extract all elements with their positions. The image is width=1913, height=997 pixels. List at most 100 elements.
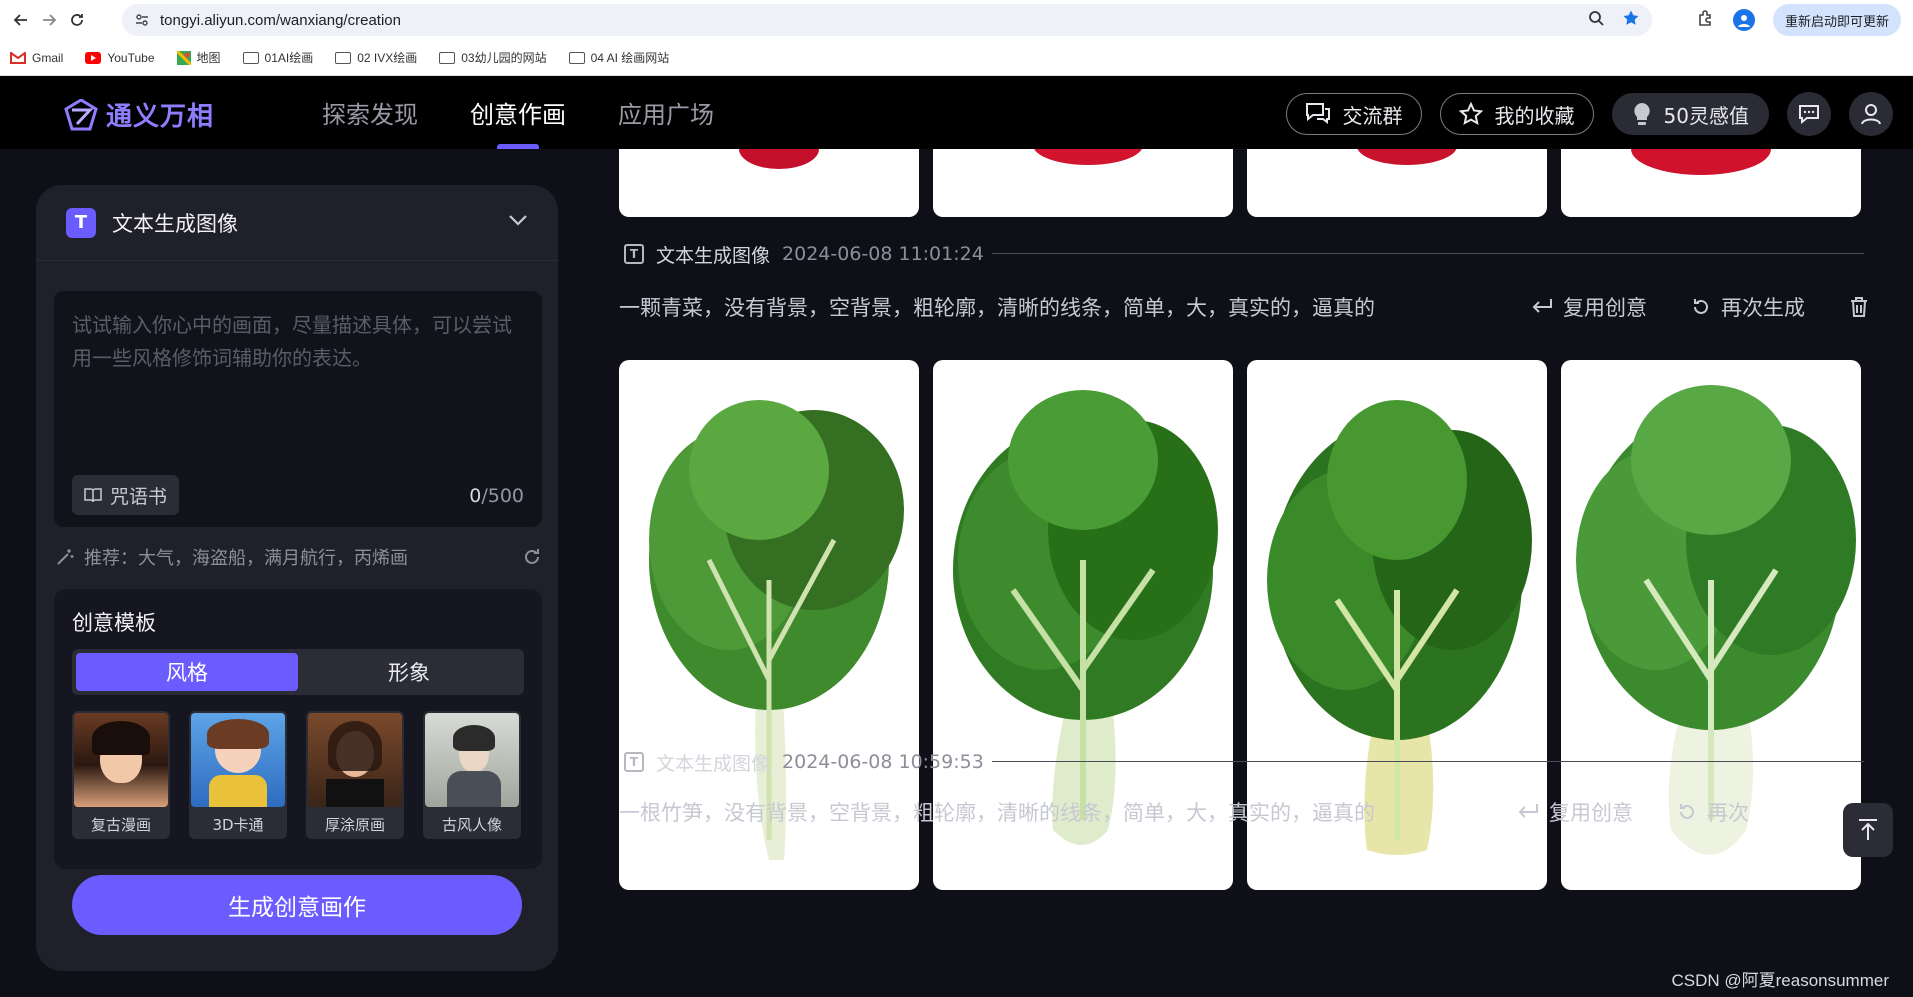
- back-to-top-button[interactable]: [1843, 803, 1893, 857]
- message-button[interactable]: [1787, 92, 1831, 136]
- app-name: 通义万相: [106, 102, 215, 132]
- app-header: 通义万相 探索发现 创意作画 应用广场 交流群 我的收藏 50灵感值: [0, 76, 1913, 149]
- chat-bubbles-icon: [1305, 103, 1330, 124]
- bookmark-star-icon[interactable]: [1622, 9, 1640, 31]
- style-thumb-ancient-portrait: [425, 713, 519, 807]
- delete-button[interactable]: [1849, 296, 1869, 318]
- feed-prompt: 一根竹笋，没有背景，空背景，粗轮廓，清晰的线条，简单，大，真实的，逼真的: [619, 801, 1375, 825]
- style-card-retro-comic[interactable]: 复古漫画: [72, 711, 170, 839]
- mode-title: 文本生成图像: [112, 211, 238, 236]
- mode-selector[interactable]: T 文本生成图像: [36, 185, 558, 261]
- creation-feed: T 文本生成图像 2024-06-08 11:01:24 一颗青菜，没有背景，空…: [600, 149, 1913, 997]
- folder-icon: [335, 51, 352, 64]
- return-arrow-icon: [1518, 804, 1538, 818]
- return-arrow-icon: [1532, 299, 1552, 313]
- bookmark-maps[interactable]: 地图: [176, 49, 221, 66]
- spell-book-button[interactable]: 咒语书: [72, 475, 180, 515]
- result-image[interactable]: [1247, 149, 1547, 217]
- suggestion-text[interactable]: 推荐：大气，海盗船，满月航行，丙烯画: [84, 544, 408, 570]
- refresh-icon: [1694, 299, 1708, 314]
- style-card-impasto[interactable]: 厚涂原画: [306, 711, 404, 839]
- message-icon: [1799, 105, 1819, 124]
- maps-icon: [176, 50, 191, 65]
- zoom-icon[interactable]: [1588, 10, 1604, 30]
- result-image[interactable]: [1561, 149, 1861, 217]
- chevron-down-icon[interactable]: [508, 213, 528, 227]
- creative-templates: 创意模板 风格 形象 复古漫画 3D卡通 厚涂原画 古风人像: [54, 589, 542, 869]
- refresh-icon[interactable]: [522, 547, 542, 567]
- back-icon[interactable]: [10, 9, 32, 31]
- divider: [992, 253, 1864, 254]
- divider: [992, 761, 1864, 762]
- tab-style[interactable]: 风格: [76, 653, 298, 691]
- style-card-3d-cartoon[interactable]: 3D卡通: [189, 711, 287, 839]
- gmail-icon: [10, 51, 26, 64]
- wanxiang-logo-icon: [64, 98, 98, 130]
- browser-toolbar: tongyi.aliyun.com/wanxiang/creation 重新启动…: [0, 0, 1913, 40]
- user-icon: [1861, 104, 1881, 125]
- template-title: 创意模板: [72, 611, 156, 635]
- text-to-image-icon: T: [66, 207, 96, 238]
- timestamp: 2024-06-08 11:01:24: [782, 243, 984, 265]
- url-text[interactable]: tongyi.aliyun.com/wanxiang/creation: [160, 12, 401, 29]
- nav-explore[interactable]: 探索发现: [322, 76, 418, 149]
- site-info-icon[interactable]: [134, 12, 150, 28]
- folder-icon: [568, 51, 585, 64]
- generate-button[interactable]: 生成创意画作: [72, 875, 522, 935]
- folder-icon: [242, 51, 259, 64]
- text-to-image-icon: T: [624, 244, 644, 264]
- suggestion-row: 推荐：大气，海盗船，满月航行，丙烯画: [56, 537, 542, 577]
- youtube-icon: [85, 51, 102, 64]
- magic-wand-icon: [57, 549, 74, 565]
- regenerate-button[interactable]: 再次: [1677, 797, 1749, 827]
- style-card-ancient-portrait[interactable]: 古风人像: [423, 711, 521, 839]
- nav-creation[interactable]: 创意作画: [470, 76, 566, 149]
- tab-character[interactable]: 形象: [298, 653, 520, 691]
- watermark: CSDN @阿夏reasonsummer: [1671, 971, 1889, 990]
- group-chat-button[interactable]: 交流群: [1285, 93, 1422, 135]
- bookmark-youtube[interactable]: YouTube: [85, 51, 155, 65]
- bookmark-folder-01[interactable]: 01AI绘画: [242, 49, 313, 66]
- update-button[interactable]: 重新启动即可更新: [1772, 4, 1901, 36]
- feed-item-header: T 文本生成图像 2024-06-08 11:01:24: [624, 239, 984, 269]
- bookmark-folder-03[interactable]: 03幼儿园的网站: [439, 49, 547, 66]
- template-tabs: 风格 形象: [72, 649, 524, 695]
- refresh-icon: [1680, 804, 1694, 819]
- trash-icon: [1851, 297, 1867, 317]
- bookmark-folder-02[interactable]: 02 IVX绘画: [335, 49, 417, 66]
- prompt-input[interactable]: 试试输入你心中的画面，尽量描述具体，可以尝试用一些风格修饰词辅助你的表达。 咒语…: [54, 291, 542, 527]
- points-badge[interactable]: 50灵感值: [1611, 93, 1769, 135]
- prompt-placeholder: 试试输入你心中的画面，尽量描述具体，可以尝试用一些风格修饰词辅助你的表达。: [72, 313, 512, 370]
- app-logo[interactable]: 通义万相: [64, 96, 214, 133]
- style-thumb-impasto: [308, 713, 402, 807]
- reload-icon[interactable]: [66, 9, 88, 31]
- feed-item-header: T 文本生成图像 2024-06-08 10:59:53: [624, 747, 984, 777]
- book-icon: [84, 488, 102, 503]
- bookmark-folder-04[interactable]: 04 AI 绘画网站: [568, 49, 669, 66]
- forward-icon[interactable]: [38, 9, 60, 31]
- arrow-up-icon: [1859, 819, 1877, 840]
- previous-result-images: [619, 149, 1861, 217]
- address-bar[interactable]: tongyi.aliyun.com/wanxiang/creation: [122, 4, 1652, 36]
- reuse-button[interactable]: 复用创意: [1517, 797, 1633, 827]
- lightbulb-icon: [1633, 103, 1650, 125]
- result-image[interactable]: [619, 149, 919, 217]
- feed-prompt: 一颗青菜，没有背景，空背景，粗轮廓，清晰的线条，简单，大，真实的，逼真的: [619, 296, 1375, 320]
- style-thumb-retro-comic: [74, 713, 168, 807]
- result-image[interactable]: [933, 149, 1233, 217]
- main-nav: 探索发现 创意作画 应用广场: [322, 76, 714, 149]
- bookmark-gmail[interactable]: Gmail: [10, 51, 63, 65]
- extensions-icon[interactable]: [1697, 9, 1715, 31]
- star-outline-icon: [1458, 102, 1483, 126]
- creation-panel: T 文本生成图像 试试输入你心中的画面，尽量描述具体，可以尝试用一些风格修饰词辅…: [36, 185, 558, 971]
- favorites-button[interactable]: 我的收藏: [1439, 93, 1594, 135]
- profile-icon[interactable]: [1732, 9, 1755, 31]
- char-count: 0/500: [469, 485, 524, 507]
- bookmarks-bar: Gmail YouTube 地图 01AI绘画 02 IVX绘画 03幼儿园的网…: [0, 40, 1913, 76]
- text-to-image-icon: T: [624, 752, 644, 772]
- nav-app-plaza[interactable]: 应用广场: [618, 76, 714, 149]
- feed-prompt-row: 一根竹笋，没有背景，空背景，粗轮廓，清晰的线条，简单，大，真实的，逼真的 复用创…: [619, 792, 1869, 832]
- reuse-button[interactable]: 复用创意: [1531, 292, 1647, 322]
- regenerate-button[interactable]: 再次生成: [1691, 292, 1805, 322]
- user-avatar-button[interactable]: [1849, 92, 1893, 136]
